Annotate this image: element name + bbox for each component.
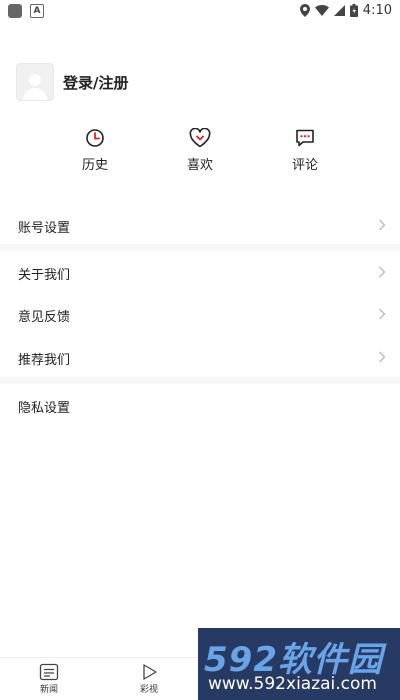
app-notification-icon bbox=[8, 4, 22, 18]
nav-news-label: 新闻 bbox=[39, 685, 58, 695]
menu-item-account-settings[interactable]: 账号设置 bbox=[0, 205, 400, 247]
menu-item-privacy-settings[interactable]: 隐私设置 bbox=[0, 385, 400, 427]
history-label: 历史 bbox=[81, 158, 108, 173]
section-divider bbox=[0, 244, 400, 251]
heart-icon bbox=[189, 128, 211, 148]
play-icon bbox=[143, 664, 157, 680]
watermark-url: www.592xiazai.com bbox=[208, 674, 377, 694]
status-bar: A 4:10 bbox=[0, 0, 400, 22]
account-settings-label: 账号设置 bbox=[18, 221, 71, 236]
section-divider bbox=[0, 377, 400, 384]
nav-video-label: 彩视 bbox=[139, 685, 158, 695]
chevron-right-icon bbox=[379, 266, 386, 278]
login-register-label: 登录/注册 bbox=[63, 73, 129, 92]
notification-icons: A bbox=[8, 4, 44, 18]
about-us-label: 关于我们 bbox=[18, 268, 71, 283]
status-time: 4:10 bbox=[362, 3, 392, 18]
recommend-us-label: 推荐我们 bbox=[18, 353, 71, 368]
menu-item-feedback[interactable]: 意见反馈 bbox=[0, 294, 400, 336]
likes-button[interactable]: 喜欢 bbox=[160, 128, 240, 173]
chevron-right-icon bbox=[379, 219, 386, 231]
menu-item-about-us[interactable]: 关于我们 bbox=[0, 252, 400, 294]
comments-button[interactable]: 评论 bbox=[265, 128, 345, 173]
signal-icon bbox=[333, 5, 345, 16]
clock-icon bbox=[86, 129, 104, 147]
feedback-label: 意见反馈 bbox=[18, 310, 71, 325]
wifi-icon bbox=[314, 5, 329, 16]
login-entry[interactable]: 登录/注册 bbox=[16, 63, 128, 101]
chevron-right-icon bbox=[379, 308, 386, 320]
comments-label: 评论 bbox=[291, 158, 318, 173]
likes-label: 喜欢 bbox=[186, 158, 213, 173]
watermark-overlay: 592软件园 www.592xiazai.com bbox=[198, 628, 400, 700]
avatar bbox=[16, 63, 54, 101]
location-icon bbox=[299, 4, 310, 17]
chevron-right-icon bbox=[379, 351, 386, 363]
battery-icon bbox=[349, 4, 358, 17]
nav-tab-video[interactable]: 彩视 bbox=[124, 663, 174, 695]
default-avatar-icon bbox=[23, 74, 47, 100]
system-status: 4:10 bbox=[299, 3, 392, 18]
quick-actions: 历史 喜欢 评论 bbox=[0, 128, 400, 178]
privacy-settings-label: 隐私设置 bbox=[18, 401, 71, 416]
menu-item-recommend-us[interactable]: 推荐我们 bbox=[0, 337, 400, 379]
news-icon bbox=[39, 663, 59, 681]
history-button[interactable]: 历史 bbox=[55, 128, 135, 173]
nav-tab-news[interactable]: 新闻 bbox=[24, 663, 74, 695]
a-notification-icon: A bbox=[30, 4, 44, 18]
comment-icon bbox=[296, 129, 314, 147]
